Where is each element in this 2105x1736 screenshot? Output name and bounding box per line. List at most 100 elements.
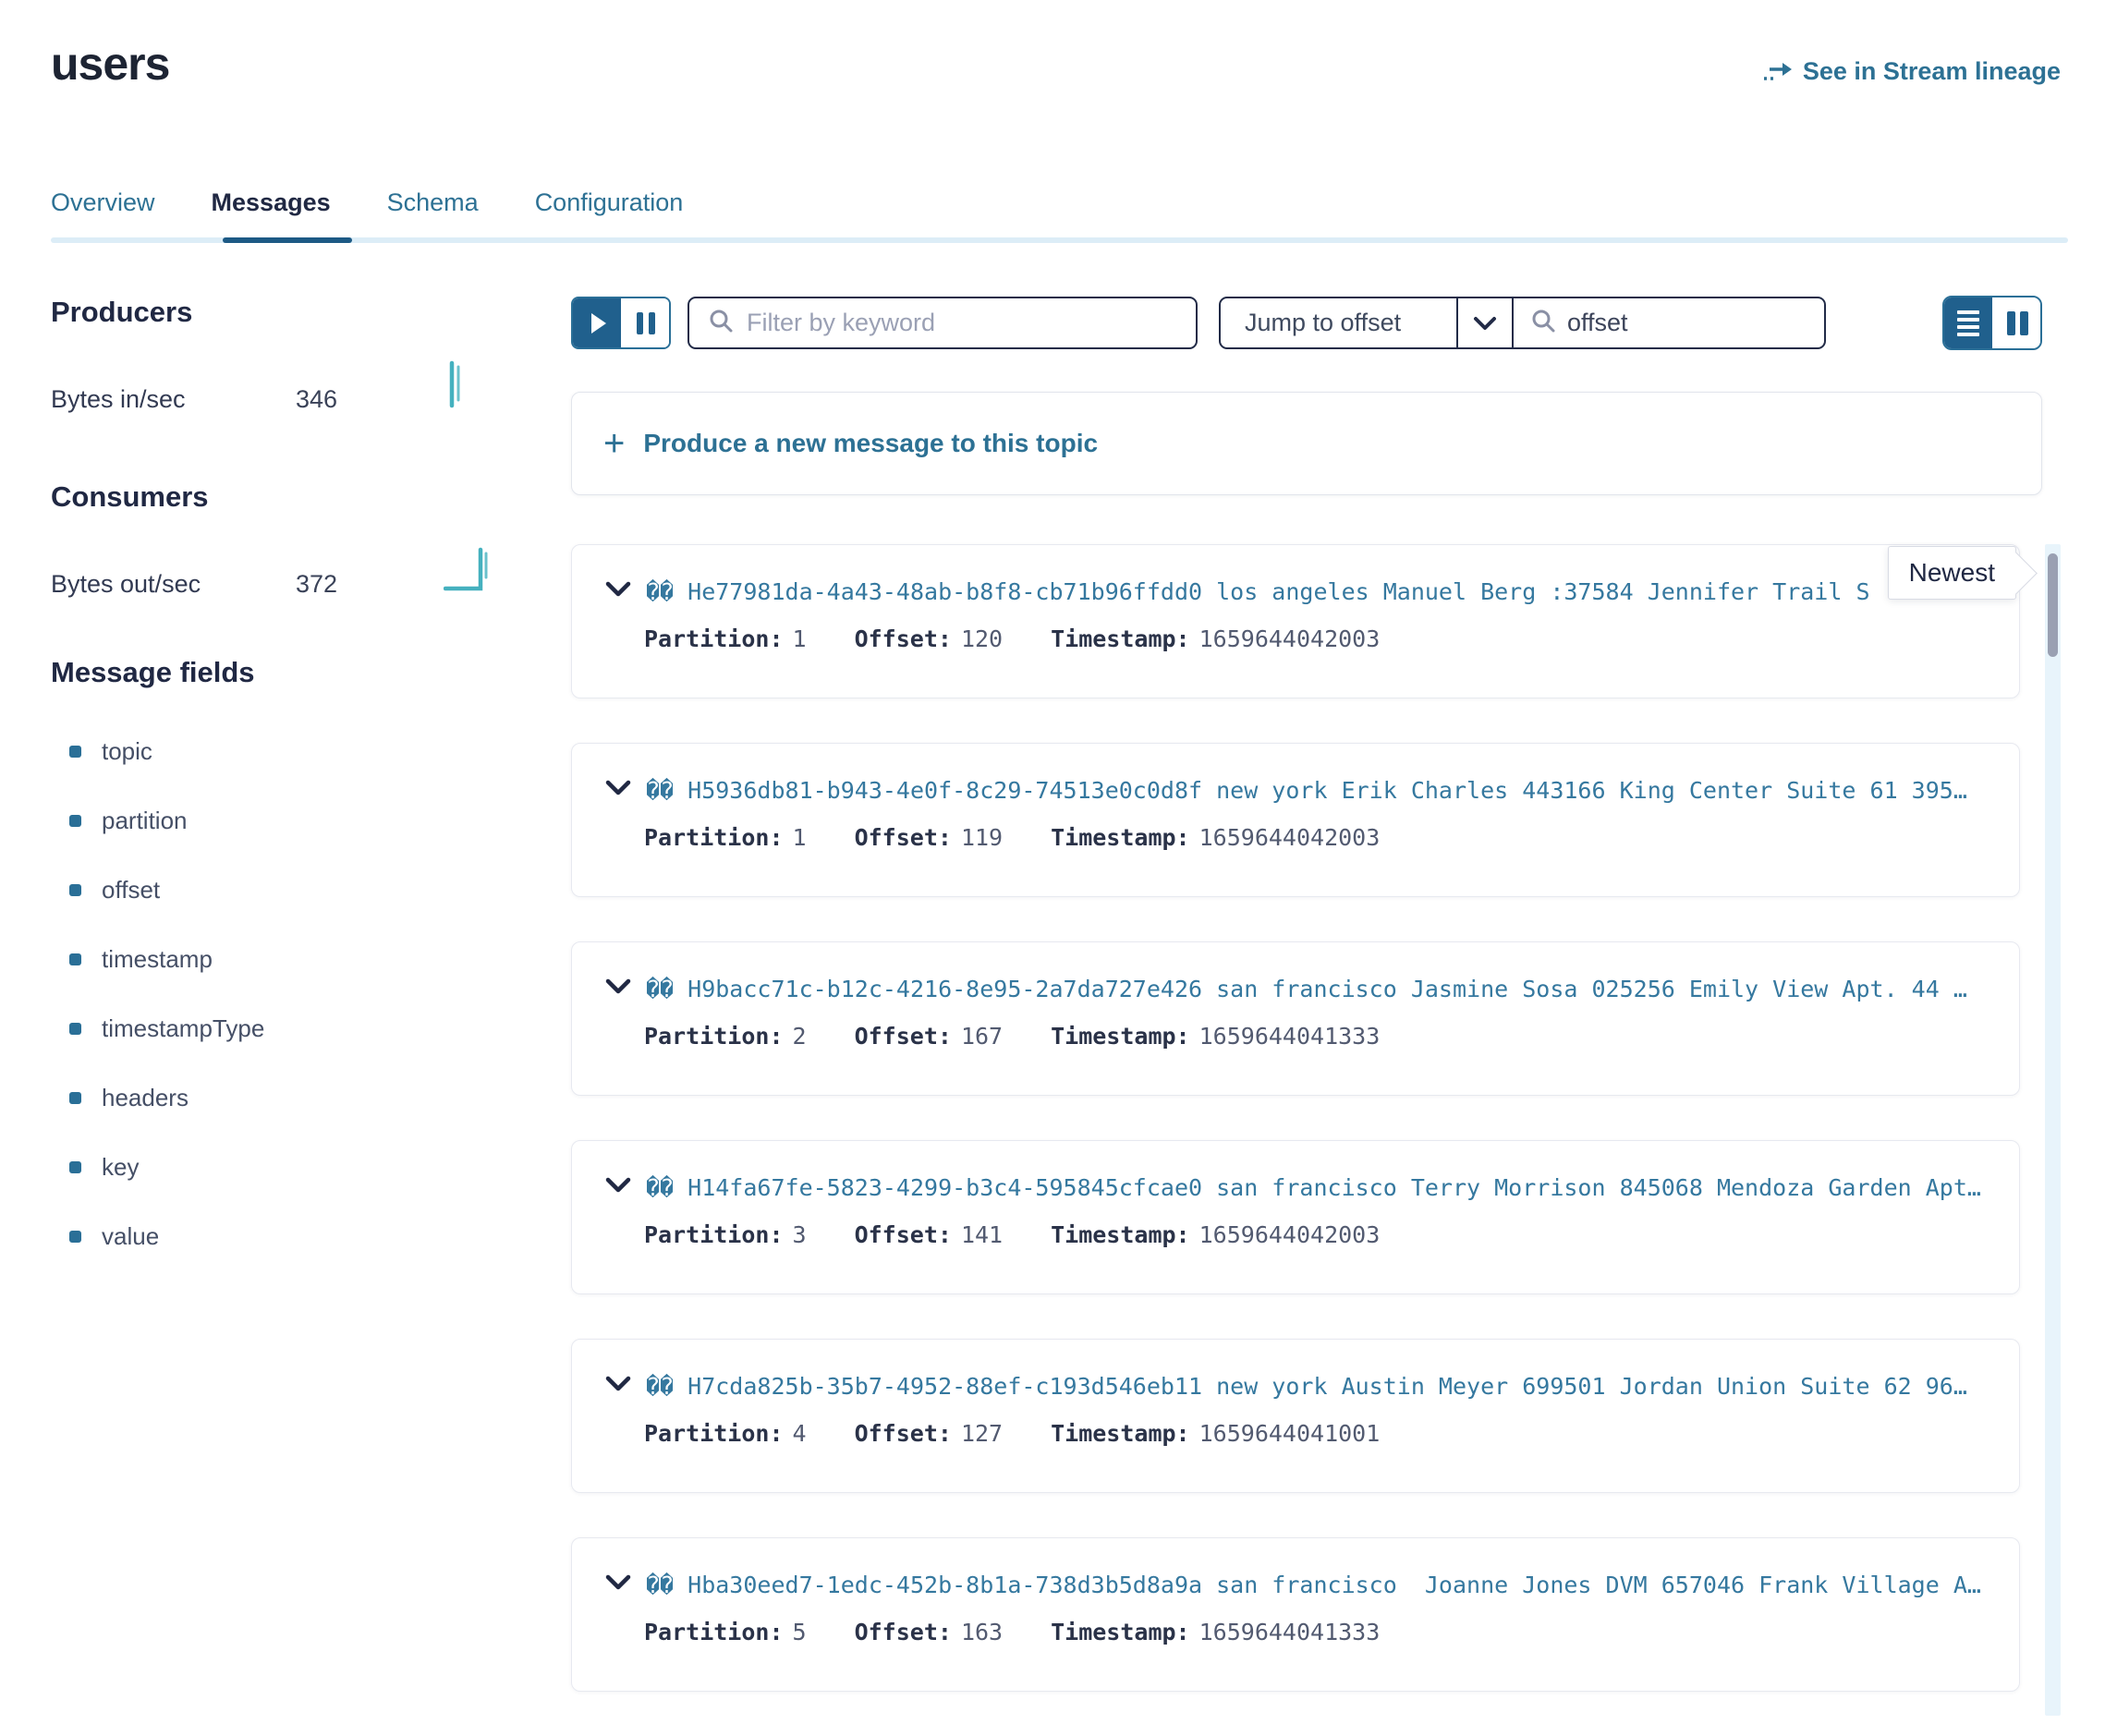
- play-pause-group: [571, 297, 671, 349]
- partition-value: 5: [793, 1619, 807, 1645]
- bullet-icon: [69, 884, 81, 896]
- page-title: users: [51, 37, 169, 91]
- timestamp-value: 1659644042003: [1199, 824, 1381, 851]
- message-meta: Partition:2 Offset:167 Timestamp:1659644…: [644, 1023, 1986, 1050]
- plus-icon: +: [603, 425, 625, 462]
- filter-input-wrap: [687, 297, 1198, 349]
- bytes-in-value: 346: [296, 385, 444, 414]
- bullet-icon: [69, 815, 81, 827]
- consumers-heading: Consumers: [51, 480, 571, 514]
- bytes-out-label: Bytes out/sec: [51, 570, 296, 599]
- message-list: �� He77981da-4a43-48ab-b8f8-cb71b96ffdd0…: [571, 544, 2042, 1692]
- message-key: �� Hba30eed7-1edc-452b-8b1a-738d3b5d8a9a…: [646, 1572, 1986, 1598]
- producers-heading: Producers: [51, 296, 571, 329]
- header: users See in Stream lineage: [0, 0, 2105, 91]
- expand-chevron-icon[interactable]: [605, 1376, 631, 1397]
- produce-message-button[interactable]: + Produce a new message to this topic: [571, 392, 2042, 495]
- tab-bar: Overview Messages Schema Configuration: [51, 188, 2068, 243]
- message-key: �� H14fa67fe-5823-4299-b3c4-595845cfcae0…: [646, 1174, 1986, 1201]
- dashed-arrow-icon: [1762, 58, 1794, 86]
- stream-lineage-link[interactable]: See in Stream lineage: [1762, 57, 2061, 86]
- offset-value: 167: [961, 1023, 1003, 1050]
- tab-track: [51, 237, 2068, 243]
- stream-lineage-label: See in Stream lineage: [1803, 57, 2061, 86]
- consumers-metric-row: Bytes out/sec 372: [51, 544, 571, 599]
- bullet-icon: [69, 1161, 81, 1173]
- offset-search-input[interactable]: [1567, 309, 1807, 337]
- expand-chevron-icon[interactable]: [605, 780, 631, 801]
- expand-chevron-icon[interactable]: [605, 1574, 631, 1596]
- offset-search-wrap: [1514, 297, 1826, 349]
- offset-value: 127: [961, 1420, 1003, 1447]
- partition-value: 1: [793, 625, 807, 652]
- split-view-button[interactable]: [1992, 297, 2040, 348]
- active-tab-underline: [223, 237, 352, 243]
- message-card[interactable]: �� H9bacc71c-b12c-4216-8e95-2a7da727e426…: [571, 941, 2020, 1096]
- timestamp-value: 1659644042003: [1199, 1221, 1381, 1248]
- message-fields-heading: Message fields: [51, 656, 571, 689]
- message-meta: Partition:1 Offset:120 Timestamp:1659644…: [644, 625, 1986, 652]
- tab-messages[interactable]: Messages: [212, 188, 331, 217]
- list-view-button[interactable]: [1944, 297, 1992, 348]
- main-panel: Jump to offset: [571, 296, 2042, 1736]
- jump-to-offset-label[interactable]: Jump to offset: [1221, 298, 1456, 347]
- timestamp-value: 1659644041333: [1199, 1619, 1381, 1645]
- timestamp-value: 1659644041001: [1199, 1420, 1381, 1447]
- message-key: �� H9bacc71c-b12c-4216-8e95-2a7da727e426…: [646, 976, 1986, 1002]
- view-toggle-group: [1942, 296, 2042, 350]
- message-card[interactable]: �� H5936db81-b943-4e0f-8c29-74513e0c0d8f…: [571, 743, 2020, 897]
- partition-value: 4: [793, 1420, 807, 1447]
- field-item-timestamp: timestamp: [51, 945, 571, 974]
- field-item-offset: offset: [51, 876, 571, 904]
- scrollbar-track[interactable]: [2045, 544, 2061, 1716]
- field-item-value: value: [51, 1222, 571, 1251]
- partition-value: 2: [793, 1023, 807, 1050]
- search-icon: [1530, 308, 1556, 338]
- newest-tooltip: Newest: [1888, 546, 2016, 600]
- produce-message-label: Produce a new message to this topic: [643, 429, 1098, 458]
- scrollbar-thumb[interactable]: [2048, 553, 2058, 657]
- bullet-icon: [69, 746, 81, 758]
- expand-chevron-icon[interactable]: [605, 978, 631, 1000]
- producers-metric-row: Bytes in/sec 346: [51, 359, 571, 414]
- bytes-in-label: Bytes in/sec: [51, 385, 296, 414]
- toolbar: Jump to offset: [571, 296, 2042, 350]
- tab-schema[interactable]: Schema: [387, 188, 479, 217]
- tab-configuration[interactable]: Configuration: [535, 188, 684, 217]
- message-key: �� H7cda825b-35b7-4952-88ef-c193d546eb11…: [646, 1373, 1986, 1400]
- offset-value: 120: [961, 625, 1003, 652]
- partition-value: 1: [793, 824, 807, 851]
- sidebar: Producers Bytes in/sec 346 Consumers Byt…: [51, 296, 571, 1736]
- expand-chevron-icon[interactable]: [605, 581, 631, 602]
- pause-icon: [637, 312, 655, 334]
- field-item-key: key: [51, 1153, 571, 1182]
- message-card[interactable]: �� He77981da-4a43-48ab-b8f8-cb71b96ffdd0…: [571, 544, 2020, 698]
- field-item-partition: partition: [51, 807, 571, 835]
- chevron-down-icon[interactable]: [1456, 298, 1512, 347]
- message-key: �� H5936db81-b943-4e0f-8c29-74513e0c0d8f…: [646, 777, 1986, 804]
- bullet-icon: [69, 1023, 81, 1035]
- message-card[interactable]: �� H7cda825b-35b7-4952-88ef-c193d546eb11…: [571, 1339, 2020, 1493]
- play-button[interactable]: [573, 298, 621, 347]
- pause-button[interactable]: [621, 298, 669, 347]
- filter-input[interactable]: [747, 309, 1177, 337]
- message-meta: Partition:1 Offset:119 Timestamp:1659644…: [644, 824, 1986, 851]
- list-view-icon: [1957, 310, 1979, 336]
- message-meta: Partition:4 Offset:127 Timestamp:1659644…: [644, 1420, 1986, 1447]
- bullet-icon: [69, 953, 81, 965]
- field-item-headers: headers: [51, 1084, 571, 1112]
- message-card[interactable]: �� Hba30eed7-1edc-452b-8b1a-738d3b5d8a9a…: [571, 1537, 2020, 1692]
- bytes-out-sparkline: [444, 544, 501, 599]
- message-fields-list: topic partition offset timestamp timesta…: [51, 737, 571, 1251]
- message-meta: Partition:5 Offset:163 Timestamp:1659644…: [644, 1619, 1986, 1645]
- message-card[interactable]: �� H14fa67fe-5823-4299-b3c4-595845cfcae0…: [571, 1140, 2020, 1294]
- newest-tooltip-label: Newest: [1909, 558, 1995, 587]
- bytes-out-value: 372: [296, 570, 444, 599]
- play-icon: [591, 313, 606, 334]
- expand-chevron-icon[interactable]: [605, 1177, 631, 1198]
- bullet-icon: [69, 1231, 81, 1243]
- tab-overview[interactable]: Overview: [51, 188, 155, 217]
- search-icon: [708, 308, 734, 338]
- split-view-icon: [2007, 311, 2028, 335]
- offset-value: 141: [961, 1221, 1003, 1248]
